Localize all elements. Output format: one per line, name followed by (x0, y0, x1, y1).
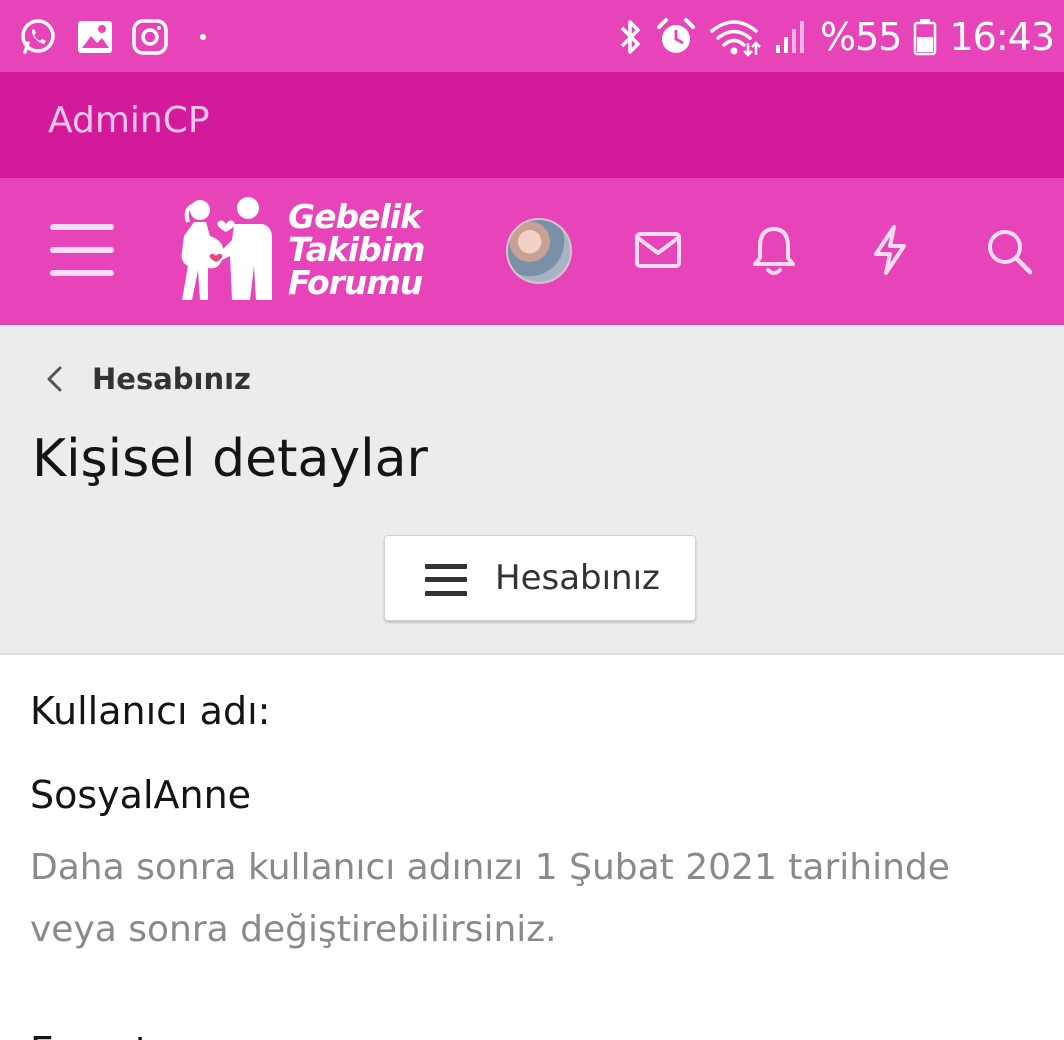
page-title: Kişisel detaylar (32, 429, 428, 489)
site-logo[interactable]: Gebelik Takibim Forumu (170, 196, 430, 308)
chevron-left-icon (47, 366, 62, 392)
bluetooth-icon (618, 17, 644, 57)
wifi-icon (708, 17, 762, 57)
notification-icons (18, 14, 206, 60)
admincp-link[interactable]: AdminCP (48, 100, 210, 141)
avatar[interactable] (506, 218, 572, 284)
email-label: E-posta: (30, 1029, 186, 1040)
personal-details-form: Kullanıcı adı: SosyalAnne Daha sonra kul… (0, 657, 1064, 1040)
status-bar: %55 16:43 (0, 0, 1064, 72)
admin-bar: AdminCP (0, 72, 1064, 178)
username-label: Kullanıcı adı: (30, 689, 271, 733)
logo-text: Gebelik Takibim Forumu (288, 197, 425, 302)
search-icon[interactable] (984, 226, 1034, 276)
site-header: Gebelik Takibim Forumu (0, 178, 1064, 325)
lightning-icon[interactable] (870, 224, 910, 276)
couple-logo-icon (181, 197, 272, 300)
username-value: SosyalAnne (30, 773, 252, 817)
menu-lines-icon (425, 562, 467, 598)
instagram-icon (132, 19, 168, 55)
account-menu-label: Hesabınız (495, 558, 660, 598)
whatsapp-icon (18, 17, 58, 57)
breadcrumb[interactable]: Hesabınız (38, 361, 251, 397)
battery-icon (913, 18, 937, 56)
more-notifications-dot (200, 34, 206, 40)
system-icons: %55 16:43 (618, 12, 1055, 62)
clock: 16:43 (949, 15, 1055, 59)
gallery-icon (76, 19, 114, 55)
breadcrumb-label[interactable]: Hesabınız (92, 362, 251, 396)
menu-icon[interactable] (50, 222, 114, 278)
page-header: Hesabınız Kişisel detaylar Hesabınız (0, 325, 1064, 655)
battery-percent: %55 (820, 15, 902, 59)
username-hint: Daha sonra kullanıcı adınızı 1 Şubat 202… (30, 847, 950, 950)
signal-icon (774, 19, 808, 55)
bell-icon[interactable] (752, 224, 796, 276)
mail-icon[interactable] (634, 230, 682, 270)
account-menu-button[interactable]: Hesabınız (384, 535, 696, 621)
alarm-icon (656, 17, 696, 57)
